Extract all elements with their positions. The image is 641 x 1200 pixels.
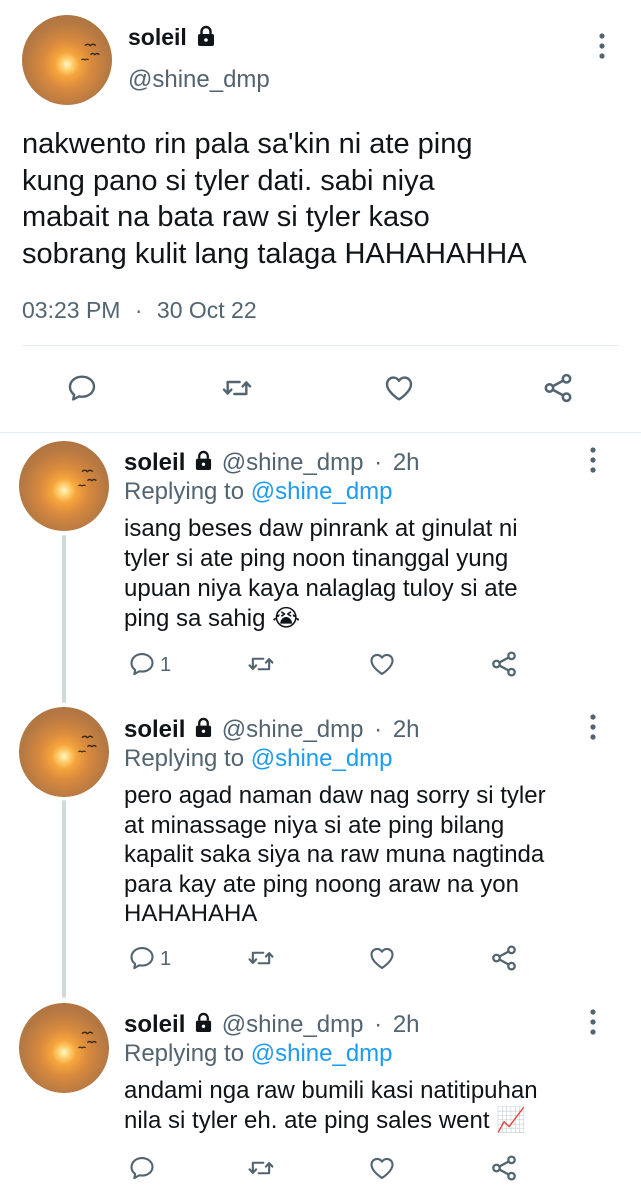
divider <box>0 432 641 433</box>
divider <box>22 345 619 346</box>
reply-text-line: nila si tyler eh. ate ping sales went 📈 <box>124 1107 527 1134</box>
retweet-icon[interactable] <box>246 650 276 678</box>
author-handle[interactable]: @shine_dmp <box>222 716 364 743</box>
author-handle[interactable]: @shine_dmp <box>222 449 364 476</box>
retweet-icon[interactable] <box>246 1154 276 1182</box>
more-vertical-icon[interactable] <box>598 32 606 60</box>
more-vertical-icon[interactable] <box>589 446 597 474</box>
reply-text-line: ping sa sahig 😭 <box>124 605 301 632</box>
reply-count: 1 <box>160 948 172 970</box>
retweet-icon[interactable] <box>220 372 254 404</box>
replying-to-label: Replying to <box>124 478 245 505</box>
avatar[interactable] <box>19 707 109 797</box>
replying-to-label: Replying to <box>124 1040 245 1067</box>
retweet-icon[interactable] <box>246 944 276 972</box>
separator-dot: · <box>374 716 383 743</box>
share-icon[interactable] <box>541 371 575 405</box>
tweet-text-line: mabait na bata raw si tyler kaso <box>22 201 430 233</box>
display-name[interactable]: soleil <box>124 1011 185 1038</box>
heart-icon[interactable] <box>368 650 396 678</box>
author-name-row: soleil <box>128 24 216 51</box>
heart-icon[interactable] <box>368 944 396 972</box>
thread-connector <box>62 535 66 703</box>
reply-header: soleil @shine_dmp · 2h <box>124 716 420 744</box>
display-name[interactable]: soleil <box>124 449 185 476</box>
author-handle[interactable]: @shine_dmp <box>222 1011 364 1038</box>
replying-to-handle[interactable]: @shine_dmp <box>251 478 393 505</box>
reply-header: soleil @shine_dmp · 2h <box>124 1011 420 1039</box>
replying-to-handle[interactable]: @shine_dmp <box>251 745 393 772</box>
display-name[interactable]: soleil <box>124 716 185 743</box>
replying-to-label: Replying to <box>124 745 245 772</box>
reply-text-line: upuan niya kaya nalaglag tuloy si ate <box>124 575 518 602</box>
comment-icon[interactable] <box>128 650 156 678</box>
tweet-date[interactable]: 30 Oct 22 <box>157 297 257 323</box>
thread-connector <box>62 800 66 998</box>
reply-text-line: andami nga raw bumili kasi natitipuhan <box>124 1077 538 1104</box>
avatar[interactable] <box>22 15 112 105</box>
reply-text: andami nga raw bumili kasi natitipuhan n… <box>124 1076 538 1136</box>
separator-dot: · <box>134 297 143 323</box>
tweet-text: nakwento rin pala sa'kin ni ate ping kun… <box>22 126 527 272</box>
comment-icon[interactable] <box>128 1154 156 1182</box>
avatar[interactable] <box>19 1003 109 1093</box>
heart-icon[interactable] <box>368 1154 396 1182</box>
comment-icon[interactable] <box>66 372 98 404</box>
replying-to: Replying to @shine_dmp <box>124 745 393 773</box>
reply-text-line: para kay ate ping noong araw na yon <box>124 870 519 898</box>
tweet-text-line: kung pano si tyler dati. sabi niya <box>22 164 435 197</box>
replying-to: Replying to @shine_dmp <box>124 1040 393 1068</box>
reply-count: 1 <box>160 654 172 676</box>
lock-icon <box>194 1012 213 1033</box>
reply-text-line: isang beses daw pinrank at ginulat ni <box>124 515 518 542</box>
reply-text-line: at minassage niya si ate ping bilang <box>124 811 505 839</box>
replying-to-handle[interactable]: @shine_dmp <box>251 1040 393 1067</box>
more-vertical-icon[interactable] <box>589 713 597 741</box>
separator-dot: · <box>374 449 383 476</box>
lock-icon <box>196 25 216 47</box>
avatar[interactable] <box>19 441 109 531</box>
lock-icon <box>194 717 213 738</box>
display-name[interactable]: soleil <box>128 24 187 50</box>
tweet-text-line: nakwento rin pala sa'kin ni ate ping <box>22 128 473 160</box>
reply-text-line: pero agad naman daw nag sorry si tyler <box>124 782 546 809</box>
share-icon[interactable] <box>489 649 519 679</box>
reply-text-line: HAHAHAHA <box>124 900 258 927</box>
lock-icon <box>194 450 213 471</box>
tweet-time[interactable]: 03:23 PM <box>22 297 120 323</box>
separator-dot: · <box>374 1011 383 1038</box>
reply-age[interactable]: 2h <box>393 716 420 743</box>
more-vertical-icon[interactable] <box>589 1008 597 1036</box>
heart-icon[interactable] <box>383 372 415 404</box>
timestamp-row: 03:23 PM · 30 Oct 22 <box>22 297 257 324</box>
share-icon[interactable] <box>489 943 519 973</box>
author-handle[interactable]: @shine_dmp <box>128 66 270 94</box>
reply-text: pero agad naman daw nag sorry si tyler a… <box>124 781 546 929</box>
reply-text-line: kapalit saka siya na raw muna nagtinda <box>124 841 545 868</box>
comment-icon[interactable] <box>128 944 156 972</box>
tweet-text-line: sobrang kulit lang talaga HAHAHAHHA <box>22 237 527 270</box>
replying-to: Replying to @shine_dmp <box>124 478 393 506</box>
share-icon[interactable] <box>489 1153 519 1183</box>
reply-age[interactable]: 2h <box>393 449 420 476</box>
reply-header: soleil @shine_dmp · 2h <box>124 449 420 477</box>
reply-text-line: tyler si ate ping noon tinanggal yung <box>124 545 509 572</box>
reply-text: isang beses daw pinrank at ginulat ni ty… <box>124 514 518 634</box>
reply-age[interactable]: 2h <box>393 1011 420 1038</box>
